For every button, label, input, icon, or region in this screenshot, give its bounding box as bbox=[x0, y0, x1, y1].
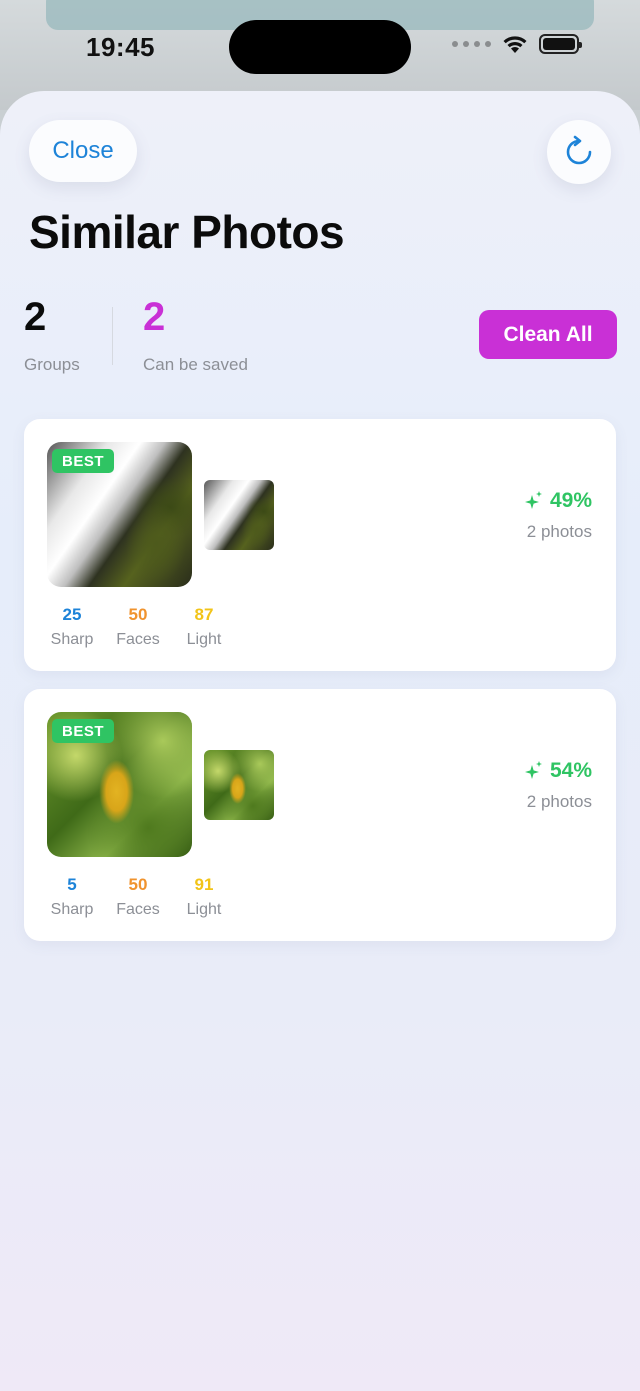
sharp-label: Sharp bbox=[50, 631, 94, 648]
groups-label: Groups bbox=[24, 355, 80, 374]
groups-count: 2 bbox=[24, 295, 47, 339]
stat-divider bbox=[112, 307, 113, 365]
status-time: 19:45 bbox=[86, 32, 155, 62]
photo-count: 2 photos bbox=[526, 522, 592, 541]
best-badge: BEST bbox=[52, 719, 114, 743]
faces-value: 50 bbox=[128, 605, 148, 624]
status-icons bbox=[452, 34, 582, 54]
sharp-label: Sharp bbox=[50, 901, 94, 918]
sparkles-icon bbox=[524, 761, 542, 779]
best-badge: BEST bbox=[52, 449, 114, 473]
groups-stat: 2 Groups bbox=[24, 297, 80, 375]
similarity-score: 49% bbox=[524, 489, 592, 513]
similar-photos-sheet: Close Similar Photos 2 Groups 2 Can be s… bbox=[0, 91, 640, 1391]
light-value: 87 bbox=[194, 605, 214, 624]
similarity-score: 54% bbox=[524, 759, 592, 783]
saved-count: 2 bbox=[143, 295, 166, 339]
metric-light: 91 Light bbox=[171, 875, 237, 919]
metric-sharp: 5 Sharp bbox=[39, 875, 105, 919]
saved-label: Can be saved bbox=[143, 355, 248, 374]
photo-count: 2 photos bbox=[526, 792, 592, 811]
sharp-value: 5 bbox=[67, 875, 77, 894]
similarity-value: 49% bbox=[549, 489, 592, 512]
metric-faces: 50 Faces bbox=[105, 875, 171, 919]
metric-sharp: 25 Sharp bbox=[39, 605, 105, 649]
signal-dots-icon bbox=[452, 41, 491, 47]
metric-faces: 50 Faces bbox=[105, 605, 171, 649]
similar-photo-thumb[interactable] bbox=[204, 480, 274, 550]
metric-light: 87 Light bbox=[171, 605, 237, 649]
similarity-value: 54% bbox=[549, 759, 592, 782]
page-title: Similar Photos bbox=[29, 206, 345, 258]
faces-value: 50 bbox=[128, 875, 148, 894]
battery-icon bbox=[539, 34, 582, 54]
clean-all-button[interactable]: Clean All bbox=[479, 310, 617, 359]
quality-metrics: 25 Sharp 50 Faces 87 Light bbox=[39, 605, 237, 649]
faces-label: Faces bbox=[116, 901, 160, 918]
photo-group-card[interactable]: BEST 54% 2 photos 5 Sharp 50 Faces 91 Li… bbox=[24, 689, 616, 941]
saved-stat: 2 Can be saved bbox=[143, 297, 248, 375]
sharp-value: 25 bbox=[62, 605, 82, 624]
sparkles-icon bbox=[524, 491, 542, 509]
quality-metrics: 5 Sharp 50 Faces 91 Light bbox=[39, 875, 237, 919]
similar-photo-thumb[interactable] bbox=[204, 750, 274, 820]
close-button[interactable]: Close bbox=[29, 120, 137, 182]
dynamic-island bbox=[229, 20, 411, 74]
wifi-icon bbox=[503, 36, 527, 53]
photo-group-card[interactable]: BEST 49% 2 photos 25 Sharp 50 Faces 87 L… bbox=[24, 419, 616, 671]
faces-label: Faces bbox=[116, 631, 160, 648]
light-label: Light bbox=[186, 631, 222, 648]
light-label: Light bbox=[186, 901, 222, 918]
refresh-icon bbox=[566, 135, 592, 165]
light-value: 91 bbox=[194, 875, 214, 894]
refresh-button[interactable] bbox=[547, 120, 611, 184]
